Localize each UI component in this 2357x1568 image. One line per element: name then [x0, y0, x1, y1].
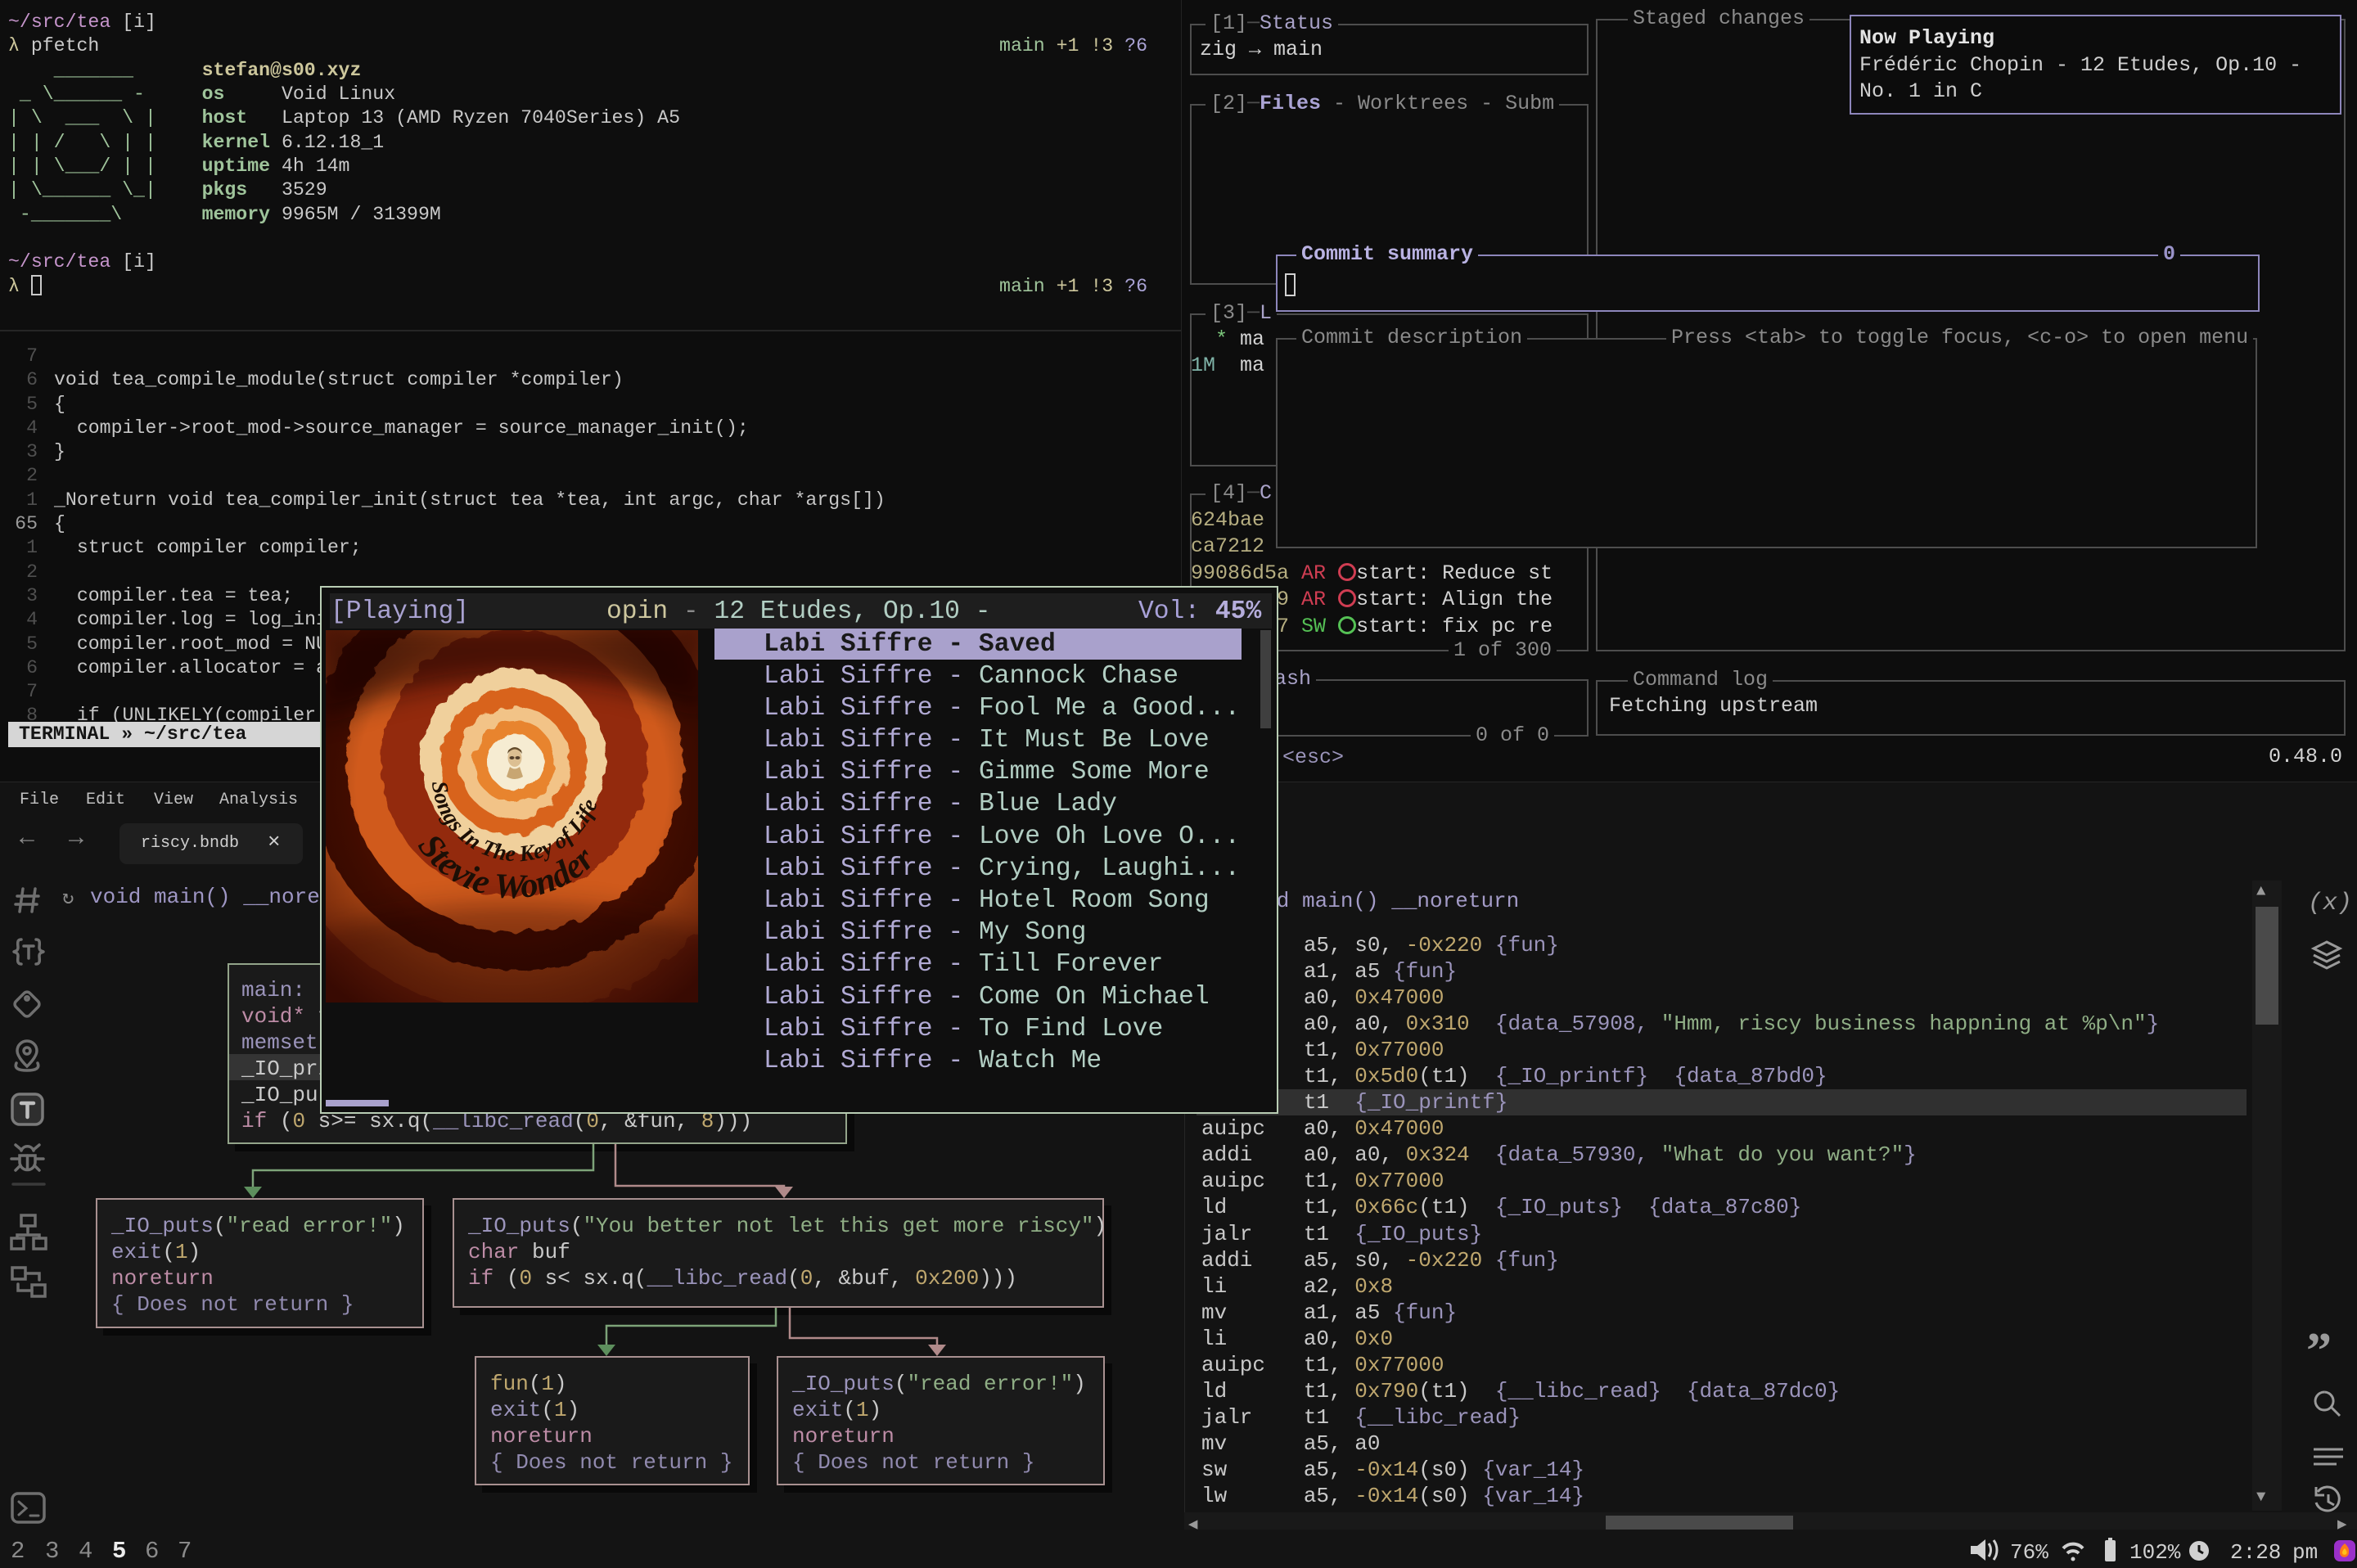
svg-text:”: ”: [2306, 1323, 2332, 1379]
svg-text:(x): (x): [2308, 890, 2352, 917]
